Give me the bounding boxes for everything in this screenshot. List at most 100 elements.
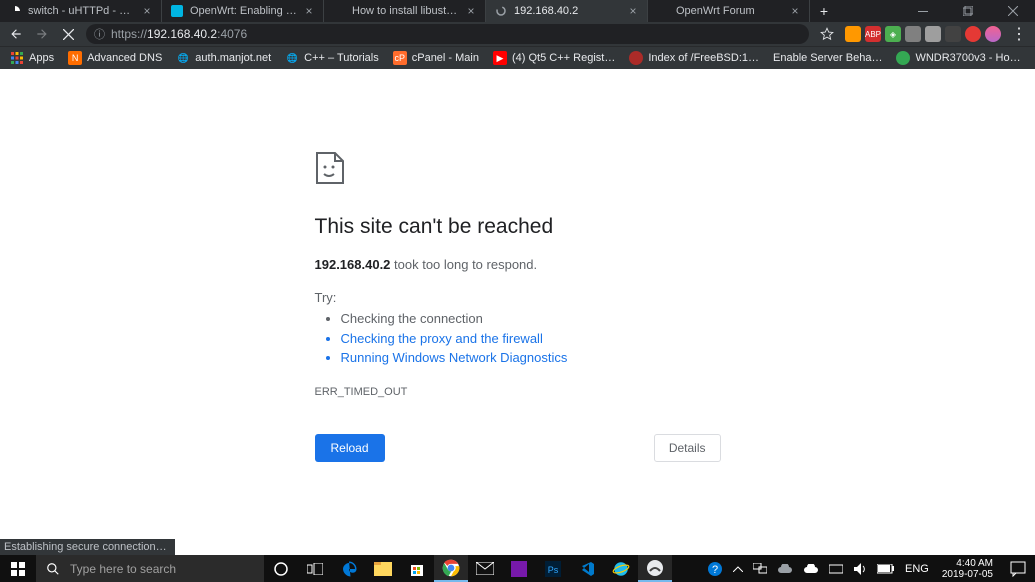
forward-button[interactable] xyxy=(30,22,54,46)
close-icon[interactable]: × xyxy=(141,5,153,17)
profile-avatar[interactable] xyxy=(985,26,1001,42)
bookmark-qt5[interactable]: ▶(4) Qt5 C++ Regist… xyxy=(487,48,621,68)
ext-icon-6[interactable] xyxy=(945,26,961,42)
globe-icon: 🌐 xyxy=(285,51,299,65)
tab-1[interactable]: OpenWrt: Enabling HTTPS for the × xyxy=(162,0,324,22)
new-tab-button[interactable]: + xyxy=(810,0,838,22)
stop-button[interactable] xyxy=(56,22,80,46)
taskview-icon[interactable] xyxy=(298,555,332,582)
bookmark-cpanel[interactable]: cP cPanel - Main xyxy=(387,48,485,68)
status-bar: Establishing secure connection… xyxy=(0,539,175,555)
photoshop-icon[interactable]: Ps xyxy=(536,555,570,582)
menu-button[interactable]: ⋮ xyxy=(1007,24,1031,44)
help-icon[interactable]: ? xyxy=(702,555,728,582)
error-title: This site can't be reached xyxy=(315,215,721,239)
bookmark-signin[interactable]: Sign In xyxy=(1029,48,1035,68)
bookmark-server[interactable]: Enable Server Beha… xyxy=(767,48,888,68)
ext-icon-5[interactable] xyxy=(925,26,941,42)
close-icon[interactable]: × xyxy=(303,5,315,17)
address-bar[interactable]: ⓘ https://192.168.40.2:4076 xyxy=(86,24,809,44)
bookmark-auth[interactable]: 🌐auth.manjot.net xyxy=(170,48,277,68)
ext-abp-icon[interactable]: ABP xyxy=(865,26,881,42)
close-icon[interactable]: × xyxy=(465,5,477,17)
bookmark-star-button[interactable] xyxy=(815,22,839,46)
ie-icon[interactable] xyxy=(604,555,638,582)
suggestion-diagnostics-link[interactable]: Running Windows Network Diagnostics xyxy=(341,348,721,368)
try-label: Try: xyxy=(315,290,721,305)
luci-icon xyxy=(8,4,22,18)
tray-lang[interactable]: ENG xyxy=(900,555,934,582)
apps-icon xyxy=(10,51,24,65)
explorer-icon[interactable] xyxy=(366,555,400,582)
tab-2[interactable]: How to install libustream-ssl and × xyxy=(324,0,486,22)
ext-shield-icon[interactable]: ◈ xyxy=(885,26,901,42)
vscode-icon[interactable] xyxy=(570,555,604,582)
tab-0[interactable]: switch - uHTTPd - LuCI × xyxy=(0,0,162,22)
close-window-button[interactable] xyxy=(990,0,1035,22)
tab-title: 192.168.40.2 xyxy=(514,5,621,17)
onenote-icon[interactable] xyxy=(502,555,536,582)
store-icon[interactable] xyxy=(400,555,434,582)
bookmark-cpp[interactable]: 🌐 C++ – Tutorials xyxy=(279,48,385,68)
chrome-icon[interactable] xyxy=(434,555,468,582)
page-content: This site can't be reached 192.168.40.2 … xyxy=(0,69,1035,540)
tray-chevron-icon[interactable] xyxy=(728,555,748,582)
maximize-button[interactable] xyxy=(945,0,990,22)
sad-page-icon xyxy=(315,151,721,185)
bookmark-label: cPanel - Main xyxy=(412,52,479,64)
app-icon[interactable] xyxy=(638,555,672,582)
tray-onedrive2-icon[interactable] xyxy=(798,555,824,582)
search-icon xyxy=(46,562,60,576)
error-message: 192.168.40.2 took too long to respond. xyxy=(315,257,721,272)
ext-icon-4[interactable] xyxy=(905,26,921,42)
n-icon: N xyxy=(68,51,82,65)
back-button[interactable] xyxy=(4,22,28,46)
start-button[interactable] xyxy=(0,555,36,582)
close-icon[interactable]: × xyxy=(627,5,639,17)
bookmark-label: Apps xyxy=(29,52,54,64)
taskbar-apps: Ps xyxy=(264,555,672,582)
window-controls xyxy=(900,0,1035,22)
page-icon xyxy=(656,4,670,18)
loading-icon xyxy=(494,4,508,18)
tray-network-icon[interactable] xyxy=(824,555,848,582)
bookmark-apps[interactable]: Apps xyxy=(4,48,60,68)
tray-volume-icon[interactable] xyxy=(848,555,872,582)
suggestion-proxy-link[interactable]: Checking the proxy and the firewall xyxy=(341,329,721,349)
freebsd-icon xyxy=(629,51,643,65)
page-icon xyxy=(332,4,346,18)
bookmark-dns[interactable]: N Advanced DNS xyxy=(62,48,168,68)
close-icon[interactable]: × xyxy=(789,5,801,17)
bookmark-label: Enable Server Beha… xyxy=(773,52,882,64)
reload-button[interactable]: Reload xyxy=(315,434,385,462)
youtube-icon: ▶ xyxy=(493,51,507,65)
bookmark-wndr[interactable]: WNDR3700v3 - Ho… xyxy=(890,48,1026,68)
tray-monitor-icon[interactable] xyxy=(748,555,772,582)
tab-3[interactable]: 192.168.40.2 × xyxy=(486,0,648,22)
tray-onedrive-icon[interactable] xyxy=(772,555,798,582)
cpanel-icon: cP xyxy=(393,51,407,65)
info-icon[interactable]: ⓘ xyxy=(94,26,105,42)
bookmark-bar: Apps N Advanced DNS 🌐auth.manjot.net 🌐 C++… xyxy=(0,46,1035,69)
extensions: ABP ◈ xyxy=(841,26,1005,42)
tray-clock[interactable]: 4:40 AM 2019-07-05 xyxy=(934,558,1001,580)
system-tray: ? ENG 4:40 AM 2019-07-05 xyxy=(702,555,1035,582)
suggestion-item: Checking the connection xyxy=(341,309,721,329)
titlebar: switch - uHTTPd - LuCI × OpenWrt: Enabli… xyxy=(0,0,1035,22)
mail-icon[interactable] xyxy=(468,555,502,582)
tray-battery-icon[interactable] xyxy=(872,555,900,582)
bookmark-label: auth.manjot.net xyxy=(195,52,271,64)
details-button[interactable]: Details xyxy=(654,434,721,462)
cortana-icon[interactable] xyxy=(264,555,298,582)
tab-4[interactable]: OpenWrt Forum × xyxy=(648,0,810,22)
edge-icon[interactable] xyxy=(332,555,366,582)
bookmark-label: C++ – Tutorials xyxy=(304,52,379,64)
minimize-button[interactable] xyxy=(900,0,945,22)
notifications-icon[interactable] xyxy=(1001,555,1035,582)
ext-icon-1[interactable] xyxy=(845,26,861,42)
bookmark-freebsd[interactable]: Index of /FreeBSD:1… xyxy=(623,48,765,68)
ext-icon-7[interactable] xyxy=(965,26,981,42)
bookmark-label: Advanced DNS xyxy=(87,52,162,64)
taskbar-search[interactable]: Type here to search xyxy=(36,555,264,582)
error-code: ERR_TIMED_OUT xyxy=(315,386,721,398)
